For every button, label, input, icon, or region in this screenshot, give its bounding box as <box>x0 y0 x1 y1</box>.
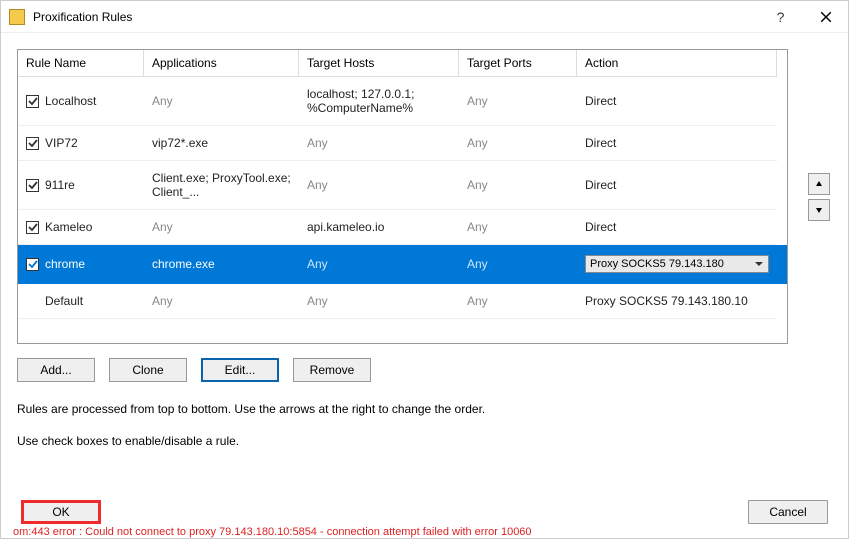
rule-action: Direct <box>577 161 777 210</box>
action-dropdown[interactable]: Proxy SOCKS5 79.143.180 <box>585 255 769 273</box>
rule-action: Direct <box>577 126 777 161</box>
content-area: Rule Name Applications Target Hosts Targ… <box>1 33 848 538</box>
table-and-arrows: Rule Name Applications Target Hosts Targ… <box>17 49 832 344</box>
help-line-2: Use check boxes to enable/disable a rule… <box>17 432 657 450</box>
rule-enable-checkbox[interactable] <box>26 258 39 271</box>
ok-button[interactable]: OK <box>21 500 101 524</box>
dialog-window: Proxification Rules ? Rule Name Applicat… <box>0 0 849 539</box>
rule-applications: chrome.exe <box>144 245 299 284</box>
col-action[interactable]: Action <box>577 50 777 77</box>
edit-button[interactable]: Edit... <box>201 358 279 382</box>
rule-target-ports: Any <box>459 245 577 284</box>
check-icon <box>28 138 38 148</box>
rule-enable-checkbox[interactable] <box>26 221 39 234</box>
rule-target-hosts: Any <box>299 284 459 319</box>
rule-enable-checkbox[interactable] <box>26 95 39 108</box>
rule-target-hosts: Any <box>299 126 459 161</box>
clone-button[interactable]: Clone <box>109 358 187 382</box>
toolbar: Add... Clone Edit... Remove <box>17 358 832 382</box>
rule-target-ports: Any <box>459 161 577 210</box>
rule-applications: Any <box>144 77 299 126</box>
reorder-arrows <box>808 173 832 221</box>
help-text: Rules are processed from top to bottom. … <box>17 400 657 450</box>
rule-name: Kameleo <box>45 220 92 234</box>
rule-name: VIP72 <box>45 136 78 150</box>
rule-applications: Any <box>144 210 299 245</box>
rule-applications: Any <box>144 284 299 319</box>
table-row[interactable]: Localhost Anylocalhost; 127.0.0.1; %Compu… <box>18 77 787 126</box>
help-line-1: Rules are processed from top to bottom. … <box>17 400 657 418</box>
cancel-button[interactable]: Cancel <box>748 500 828 524</box>
rule-enable-checkbox[interactable] <box>26 179 39 192</box>
app-icon <box>9 9 25 25</box>
rule-target-ports: Any <box>459 126 577 161</box>
titlebar: Proxification Rules ? <box>1 1 848 33</box>
check-icon <box>28 259 38 269</box>
rules-table: Rule Name Applications Target Hosts Targ… <box>17 49 788 344</box>
table-row[interactable]: chromechrome.exeAnyAnyProxy SOCKS5 79.14… <box>18 245 787 284</box>
titlebar-buttons: ? <box>758 2 848 32</box>
rule-action: Proxy SOCKS5 79.143.180 <box>577 245 777 284</box>
rule-target-hosts: api.kameleo.io <box>299 210 459 245</box>
rule-name: Localhost <box>45 94 96 108</box>
col-rule-name[interactable]: Rule Name <box>18 50 144 77</box>
rule-applications: vip72*.exe <box>144 126 299 161</box>
rule-target-ports: Any <box>459 210 577 245</box>
rule-applications: Client.exe; ProxyTool.exe; Client_... <box>144 161 299 210</box>
rule-enable-checkbox[interactable] <box>26 137 39 150</box>
rule-target-hosts: Any <box>299 245 459 284</box>
rule-target-hosts: Any <box>299 161 459 210</box>
move-down-button[interactable] <box>808 199 830 221</box>
check-icon <box>28 180 38 190</box>
rule-name: 911re <box>45 178 75 192</box>
rule-name: Default <box>45 294 83 308</box>
window-title: Proxification Rules <box>33 10 758 24</box>
rule-action: Direct <box>577 77 777 126</box>
check-icon <box>28 222 38 232</box>
table-row[interactable]: KameleoAnyapi.kameleo.ioAnyDirect <box>18 210 787 245</box>
move-up-button[interactable] <box>808 173 830 195</box>
background-error-text: om:443 error : Could not connect to prox… <box>13 526 532 538</box>
add-button[interactable]: Add... <box>17 358 95 382</box>
col-target-hosts[interactable]: Target Hosts <box>299 50 459 77</box>
rule-target-hosts: localhost; 127.0.0.1; %ComputerName% <box>299 77 459 126</box>
rule-action: Proxy SOCKS5 79.143.180.10 <box>577 284 777 319</box>
col-applications[interactable]: Applications <box>144 50 299 77</box>
remove-button[interactable]: Remove <box>293 358 371 382</box>
close-button[interactable] <box>803 2 848 32</box>
rule-target-ports: Any <box>459 77 577 126</box>
check-icon <box>28 96 38 106</box>
close-icon <box>820 11 832 23</box>
rule-target-ports: Any <box>459 284 577 319</box>
footer-buttons: OK Cancel <box>21 500 828 524</box>
arrow-down-icon <box>815 206 823 214</box>
col-target-ports[interactable]: Target Ports <box>459 50 577 77</box>
arrow-up-icon <box>815 180 823 188</box>
table-row[interactable]: VIP72vip72*.exeAnyAnyDirect <box>18 126 787 161</box>
help-button[interactable]: ? <box>758 2 803 32</box>
table-row[interactable]: DefaultAnyAnyAnyProxy SOCKS5 79.143.180.… <box>18 284 787 319</box>
table-row[interactable]: 911re Client.exe; ProxyTool.exe; Client_.… <box>18 161 787 210</box>
help-icon: ? <box>777 9 785 25</box>
rule-action: Direct <box>577 210 777 245</box>
rule-name: chrome <box>45 257 85 271</box>
table-header: Rule Name Applications Target Hosts Targ… <box>18 50 787 77</box>
